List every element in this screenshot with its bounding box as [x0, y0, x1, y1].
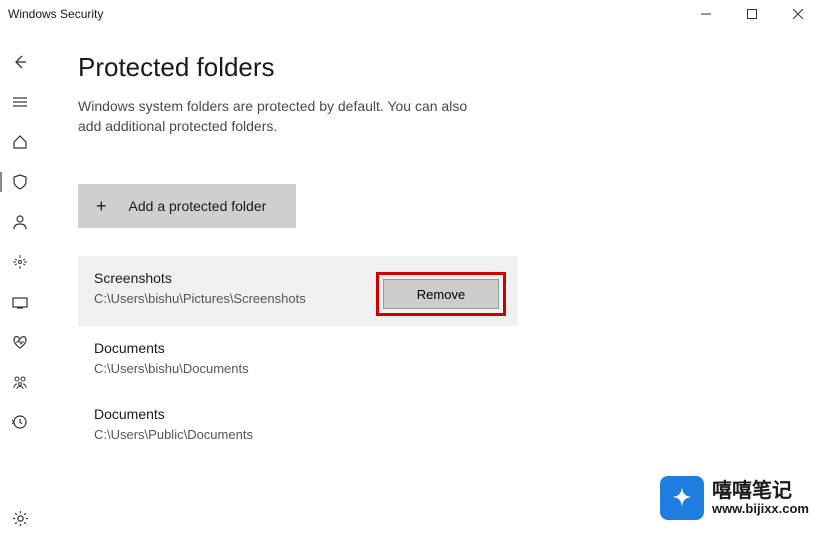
family-icon[interactable] — [0, 362, 40, 402]
home-icon[interactable] — [0, 122, 40, 162]
settings-icon[interactable] — [0, 498, 40, 538]
menu-button[interactable] — [0, 82, 40, 122]
folder-name: Documents — [94, 406, 502, 422]
shield-icon[interactable] — [0, 162, 40, 202]
folder-path: C:\Users\bishu\Documents — [94, 361, 502, 376]
window-title: Windows Security — [8, 7, 103, 21]
maximize-button[interactable] — [729, 0, 775, 28]
app-browser-icon[interactable] — [0, 282, 40, 322]
history-icon[interactable] — [0, 402, 40, 442]
remove-button[interactable]: Remove — [383, 279, 499, 309]
folder-item[interactable]: Screenshots C:\Users\bishu\Pictures\Scre… — [78, 256, 518, 326]
plus-icon: + — [96, 196, 107, 217]
minimize-button[interactable] — [683, 0, 729, 28]
firewall-icon[interactable] — [0, 242, 40, 282]
folder-path: C:\Users\Public\Documents — [94, 427, 502, 442]
device-health-icon[interactable] — [0, 322, 40, 362]
back-button[interactable] — [0, 42, 40, 82]
add-button-label: Add a protected folder — [129, 198, 267, 214]
page-title: Protected folders — [78, 52, 821, 83]
folder-item[interactable]: Documents C:\Users\bishu\Documents — [78, 326, 518, 392]
page-description: Windows system folders are protected by … — [78, 97, 478, 136]
watermark-url: www.bijixx.com — [712, 502, 809, 516]
folder-item[interactable]: Documents C:\Users\Public\Documents — [78, 392, 518, 458]
folder-list: Screenshots C:\Users\bishu\Pictures\Scre… — [78, 256, 518, 458]
account-icon[interactable] — [0, 202, 40, 242]
folder-name: Documents — [94, 340, 502, 356]
highlight-box: Remove — [376, 272, 506, 316]
watermark: ✦ 嘻嘻笔记 www.bijixx.com — [660, 476, 809, 520]
watermark-logo: ✦ — [660, 476, 704, 520]
close-button[interactable] — [775, 0, 821, 28]
add-protected-folder-button[interactable]: + Add a protected folder — [78, 184, 296, 228]
sidebar — [0, 28, 40, 538]
main-content: Protected folders Windows system folders… — [40, 28, 821, 538]
watermark-title: 嘻嘻笔记 — [712, 480, 809, 502]
